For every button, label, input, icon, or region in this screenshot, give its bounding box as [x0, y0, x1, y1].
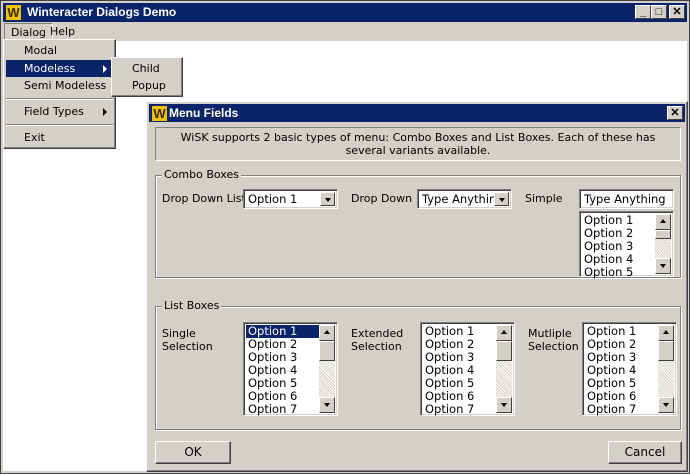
scroll-up-button[interactable] — [319, 325, 335, 341]
drop-down-list-arrow[interactable] — [320, 192, 335, 206]
menu-item-modeless-label: Modeless — [24, 62, 76, 75]
scroll-thumb[interactable] — [658, 341, 674, 361]
menu-item-modeless[interactable]: Modeless — [6, 60, 113, 77]
list-item[interactable]: Option 7 — [423, 403, 499, 416]
extended-list-scrollbar[interactable] — [496, 325, 512, 413]
submenu-arrow-icon — [103, 108, 107, 116]
list-boxes-group-label: List Boxes — [162, 299, 222, 313]
menu-item-modal-label: Modal — [24, 44, 57, 57]
drop-down-arrow[interactable] — [494, 192, 509, 206]
multiple-selection-label-2: Selection — [528, 340, 579, 353]
dialog-titlebar[interactable]: W Menu Fields ✕ — [149, 104, 685, 122]
scroll-thumb[interactable] — [655, 230, 671, 239]
menu-separator — [6, 98, 113, 100]
scroll-down-button[interactable] — [496, 397, 512, 413]
single-selection-listbox[interactable]: Option 1 Option 2 Option 3 Option 4 Opti… — [243, 322, 338, 416]
combo-boxes-group-label: Combo Boxes — [162, 168, 241, 182]
dialog-menu: Modal Modeless Semi Modeless Field Types… — [3, 39, 116, 149]
chevron-down-icon — [501, 403, 507, 407]
simple-combo-edit[interactable]: Type Anything — [579, 189, 674, 209]
description-text: WiSK supports 2 basic types of menu: Com… — [180, 131, 656, 157]
drop-down-combo[interactable]: Type Anything — [417, 189, 512, 209]
menu-separator — [6, 124, 113, 126]
scroll-thumb[interactable] — [496, 341, 512, 361]
multiple-selection-label-1: Mutliple — [528, 327, 572, 340]
maximize-button[interactable]: □ — [651, 5, 667, 19]
chevron-up-icon — [501, 330, 507, 334]
extended-selection-listbox[interactable]: Option 1 Option 2 Option 3 Option 4 Opti… — [420, 322, 515, 416]
scroll-thumb[interactable] — [319, 341, 335, 361]
scroll-up-button[interactable] — [496, 325, 512, 341]
close-button[interactable]: ✕ — [669, 5, 685, 19]
drop-down-value: Type Anything — [422, 192, 504, 206]
ok-button[interactable]: OK — [155, 441, 231, 464]
list-item[interactable]: Option 7 — [246, 403, 322, 416]
extended-selection-label-1: Extended — [351, 327, 404, 340]
single-selection-label-2: Selection — [162, 340, 213, 353]
drop-down-list-label: Drop Down List — [162, 192, 246, 205]
cancel-button[interactable]: Cancel — [608, 441, 682, 464]
chevron-down-icon — [663, 403, 669, 407]
simple-value: Type Anything — [584, 192, 666, 206]
scroll-up-button[interactable] — [655, 214, 671, 230]
chevron-down-icon — [324, 403, 330, 407]
simple-label: Simple — [525, 192, 563, 205]
combo-boxes-group: Combo Boxes Drop Down List Option 1 Drop… — [155, 168, 681, 279]
dialog-title: Menu Fields — [169, 106, 239, 120]
list-item[interactable]: Option 7 — [585, 403, 661, 416]
chevron-down-icon — [660, 264, 666, 268]
chevron-up-icon — [660, 219, 666, 223]
dialog-logo-icon: W — [152, 106, 167, 121]
chevron-down-icon — [499, 198, 505, 202]
chevron-up-icon — [324, 330, 330, 334]
app-logo-icon: W — [6, 5, 21, 20]
dialog-close-button[interactable]: ✕ — [667, 106, 683, 120]
list-item[interactable]: Option 5 — [582, 266, 658, 279]
menu-item-modal[interactable]: Modal — [6, 42, 113, 59]
menu-item-semi-modeless[interactable]: Semi Modeless — [6, 77, 113, 94]
multiple-selection-listbox[interactable]: Option 1 Option 2 Option 3 Option 4 Opti… — [582, 322, 677, 416]
scroll-up-button[interactable] — [658, 325, 674, 341]
chevron-up-icon — [663, 330, 669, 334]
scroll-down-button[interactable] — [319, 397, 335, 413]
chevron-down-icon — [325, 198, 331, 202]
extended-selection-label-2: Selection — [351, 340, 402, 353]
menu-item-semi-modeless-label: Semi Modeless — [24, 79, 107, 92]
simple-combo-list[interactable]: Option 1 Option 2 Option 3 Option 4 Opti… — [579, 211, 674, 279]
main-titlebar[interactable]: W Winteracter Dialogs Demo _ □ ✕ — [3, 3, 687, 22]
menu-item-child[interactable]: Child — [114, 60, 180, 77]
single-list-scrollbar[interactable] — [319, 325, 335, 413]
submenu-arrow-icon — [103, 65, 107, 73]
menu-item-exit-label: Exit — [24, 131, 45, 144]
minimize-button[interactable]: _ — [635, 5, 651, 19]
menu-item-field-types[interactable]: Field Types — [6, 103, 113, 120]
multiple-list-scrollbar[interactable] — [658, 325, 674, 413]
description-panel: WiSK supports 2 basic types of menu: Com… — [155, 127, 681, 161]
app-title: Winteracter Dialogs Demo — [27, 5, 177, 19]
scroll-down-button[interactable] — [658, 397, 674, 413]
menu-item-popup[interactable]: Popup — [114, 77, 180, 94]
list-boxes-group: List Boxes Single Selection Option 1 Opt… — [155, 299, 681, 430]
drop-down-list-value: Option 1 — [248, 192, 298, 206]
simple-list-scrollbar[interactable] — [655, 214, 671, 274]
drop-down-label: Drop Down — [351, 192, 413, 205]
menu-item-field-types-label: Field Types — [24, 105, 84, 118]
menu-fields-dialog: W Menu Fields ✕ WiSK supports 2 basic ty… — [146, 101, 688, 472]
modeless-submenu: Child Popup — [111, 57, 183, 97]
drop-down-list-combo[interactable]: Option 1 — [243, 189, 338, 209]
scroll-down-button[interactable] — [655, 258, 671, 274]
single-selection-label-1: Single — [162, 327, 196, 340]
menu-item-exit[interactable]: Exit — [6, 129, 113, 146]
